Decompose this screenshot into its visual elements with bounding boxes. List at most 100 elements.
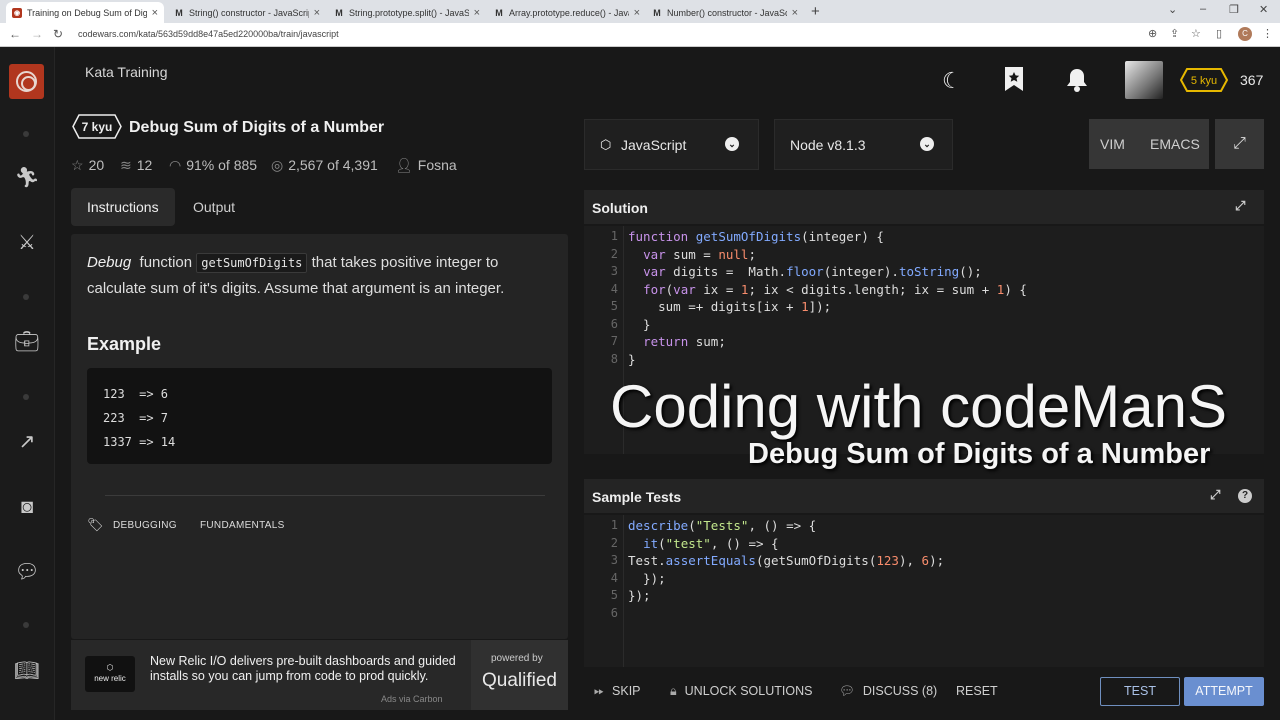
reload-icon[interactable]: ↻ — [53, 27, 63, 41]
language-select[interactable]: ⬡ JavaScript ⌄ — [584, 119, 759, 170]
author-stat[interactable]: 👤︎ Fosna — [395, 157, 457, 174]
tab-instructions[interactable]: Instructions — [71, 188, 175, 226]
profile-avatar[interactable]: C — [1238, 27, 1252, 41]
dark-mode-moon-icon[interactable]: ☾ — [942, 68, 962, 94]
new-relic-logo[interactable]: ⬡ new relic — [85, 656, 135, 692]
line-number: 6 — [610, 605, 618, 620]
skip-button[interactable]: ⏩︎ SKIP — [594, 684, 641, 699]
qualified-promo[interactable]: powered by Qualified — [471, 640, 568, 710]
maximize-icon[interactable]: ❐ — [1229, 3, 1239, 16]
bookmark-icon[interactable] — [1003, 66, 1025, 98]
close-icon[interactable]: × — [634, 7, 640, 19]
docs-book-icon[interactable]: 📖︎ — [13, 658, 41, 684]
stars-stat[interactable]: ☆ 20 — [71, 157, 104, 174]
attempt-button[interactable]: ATTEMPT — [1184, 677, 1264, 706]
reset-button[interactable]: RESET — [956, 684, 998, 698]
help-icon[interactable]: ? — [1238, 489, 1252, 503]
rank-label: 5 kyu — [1191, 75, 1217, 87]
sidebar-dot — [23, 294, 29, 300]
test-button[interactable]: TEST — [1100, 677, 1180, 706]
tag-debugging[interactable]: DEBUGGING — [113, 520, 177, 531]
code-line: }); — [628, 570, 666, 586]
example-code-block: 123 => 6 223 => 7 1337 => 14 — [87, 368, 552, 464]
zoom-icon[interactable]: ⊕ — [1148, 27, 1157, 40]
browser-tab-title: String.prototype.split() - JavaScri — [349, 7, 469, 18]
rank-badge[interactable]: 5 kyu — [1180, 68, 1228, 92]
address-bar: ← → ↻ codewars.com/kata/563d59dd8e47a5ed… — [0, 23, 1280, 47]
close-icon[interactable]: × — [792, 7, 798, 19]
mdn-favicon: M — [175, 7, 183, 18]
browser-tab-number[interactable]: M Number() constructor - JavaScrip × — [646, 2, 804, 23]
close-icon[interactable]: × — [314, 7, 320, 19]
browser-tab-reduce[interactable]: M Array.prototype.reduce() - JavaSc × — [488, 2, 646, 23]
expand-icon[interactable]: ⤢ — [1235, 198, 1245, 214]
close-icon[interactable]: × — [474, 7, 480, 19]
ad-via-carbon[interactable]: Ads via Carbon — [381, 694, 443, 704]
line-number: 2 — [610, 535, 618, 550]
star-icon: ☆ — [71, 157, 84, 173]
code-line: describe("Tests", () => { — [628, 518, 817, 533]
emacs-button[interactable]: EMACS — [1150, 136, 1200, 152]
browser-tab-string[interactable]: M String() constructor - JavaScript | × — [168, 2, 326, 23]
chat-icon[interactable]: 💬︎ — [13, 559, 41, 585]
tab-search-icon[interactable]: ⌄ — [1168, 3, 1177, 16]
share-icon[interactable]: ⇪ — [1170, 27, 1179, 40]
sidebar-dot — [23, 622, 29, 628]
powered-by-label: powered by — [491, 653, 543, 664]
completions-stat: ◎ 2,567 of 4,391 — [271, 157, 378, 174]
briefcase-icon[interactable]: 💼︎ — [13, 329, 41, 355]
code-line: function getSumOfDigits(integer) { — [628, 229, 884, 244]
training-icon[interactable]: 🏃︎ — [13, 165, 41, 191]
line-number: 1 — [610, 518, 618, 532]
menu-icon[interactable]: ⋮ — [1262, 27, 1273, 40]
version-label: Node v8.1.3 — [790, 137, 866, 153]
page-section-title: Kata Training — [85, 64, 168, 80]
bookmark-star-icon[interactable]: ☆ — [1191, 27, 1201, 40]
notifications-bell-icon[interactable] — [1066, 67, 1088, 99]
browser-tab-title: String() constructor - JavaScript | — [189, 7, 309, 18]
new-relic-mark-icon: ⬡ — [106, 663, 114, 672]
browser-tab-strip: ◉ Training on Debug Sum of Digits × M St… — [0, 0, 1280, 23]
instructions-panel: Debug function getSumOfDigits that takes… — [71, 234, 568, 639]
forward-icon[interactable]: → — [31, 27, 43, 41]
sidebar-icon[interactable]: ▯ — [1216, 27, 1222, 40]
unlock-label: UNLOCK SOLUTIONS — [684, 684, 813, 698]
discuss-button[interactable]: 💬︎ DISCUSS (8) — [839, 684, 937, 699]
sample-tests-header: Sample Tests ⤢ ? — [584, 479, 1264, 513]
sample-tests-editor[interactable]: 1 2 3 4 5 6 describe("Tests", () => { it… — [584, 515, 1264, 667]
unlock-solutions-button[interactable]: 🔒︎ UNLOCK SOLUTIONS — [670, 684, 812, 699]
browser-tab-kata[interactable]: ◉ Training on Debug Sum of Digits × — [6, 2, 164, 23]
tab-output[interactable]: Output — [177, 188, 251, 226]
version-select[interactable]: Node v8.1.3 ⌄ — [774, 119, 953, 170]
trending-icon[interactable]: ↗ — [13, 429, 41, 455]
fullscreen-icon[interactable]: ⤢ — [1215, 119, 1264, 169]
code-line: return sum; — [643, 334, 726, 349]
line-number: 4 — [610, 570, 618, 585]
skip-label: SKIP — [612, 684, 641, 698]
minimize-icon[interactable]: – — [1200, 3, 1206, 15]
codewars-logo[interactable] — [9, 64, 44, 99]
language-cube-icon: ⬡ — [600, 137, 612, 152]
new-tab-button[interactable]: + — [811, 3, 820, 20]
target-icon: ◎ — [271, 157, 284, 173]
expand-icon[interactable]: ⤢ — [1210, 487, 1220, 503]
ad-text[interactable]: New Relic I/O delivers pre-built dashboa… — [150, 654, 460, 684]
discord-icon[interactable]: ◙ — [13, 494, 41, 520]
sample-tests-heading: Sample Tests — [592, 489, 682, 505]
practice-icon[interactable]: ⚔ — [13, 230, 41, 256]
code-line: it("test", () => { — [643, 535, 779, 551]
carbon-ad[interactable]: ⬡ new relic New Relic I/O delivers pre-bu… — [71, 640, 568, 710]
vim-button[interactable]: VIM — [1100, 136, 1125, 152]
user-avatar[interactable] — [1125, 61, 1163, 99]
close-window-icon[interactable]: ✕ — [1259, 3, 1268, 16]
browser-tab-split[interactable]: M String.prototype.split() - JavaScri × — [328, 2, 486, 23]
close-icon[interactable]: × — [152, 7, 158, 19]
tag-fundamentals[interactable]: FUNDAMENTALS — [200, 520, 285, 531]
debug-word: Debug — [87, 254, 132, 271]
collections-stat[interactable]: ≋ 12 — [120, 157, 152, 174]
back-icon[interactable]: ← — [9, 27, 21, 41]
line-number: 3 — [610, 264, 618, 278]
kata-title: Debug Sum of Digits of a Number — [129, 119, 385, 136]
ad-logo-text: new relic — [94, 674, 126, 683]
url-field[interactable]: codewars.com/kata/563d59dd8e47a5ed220000… — [78, 29, 339, 39]
